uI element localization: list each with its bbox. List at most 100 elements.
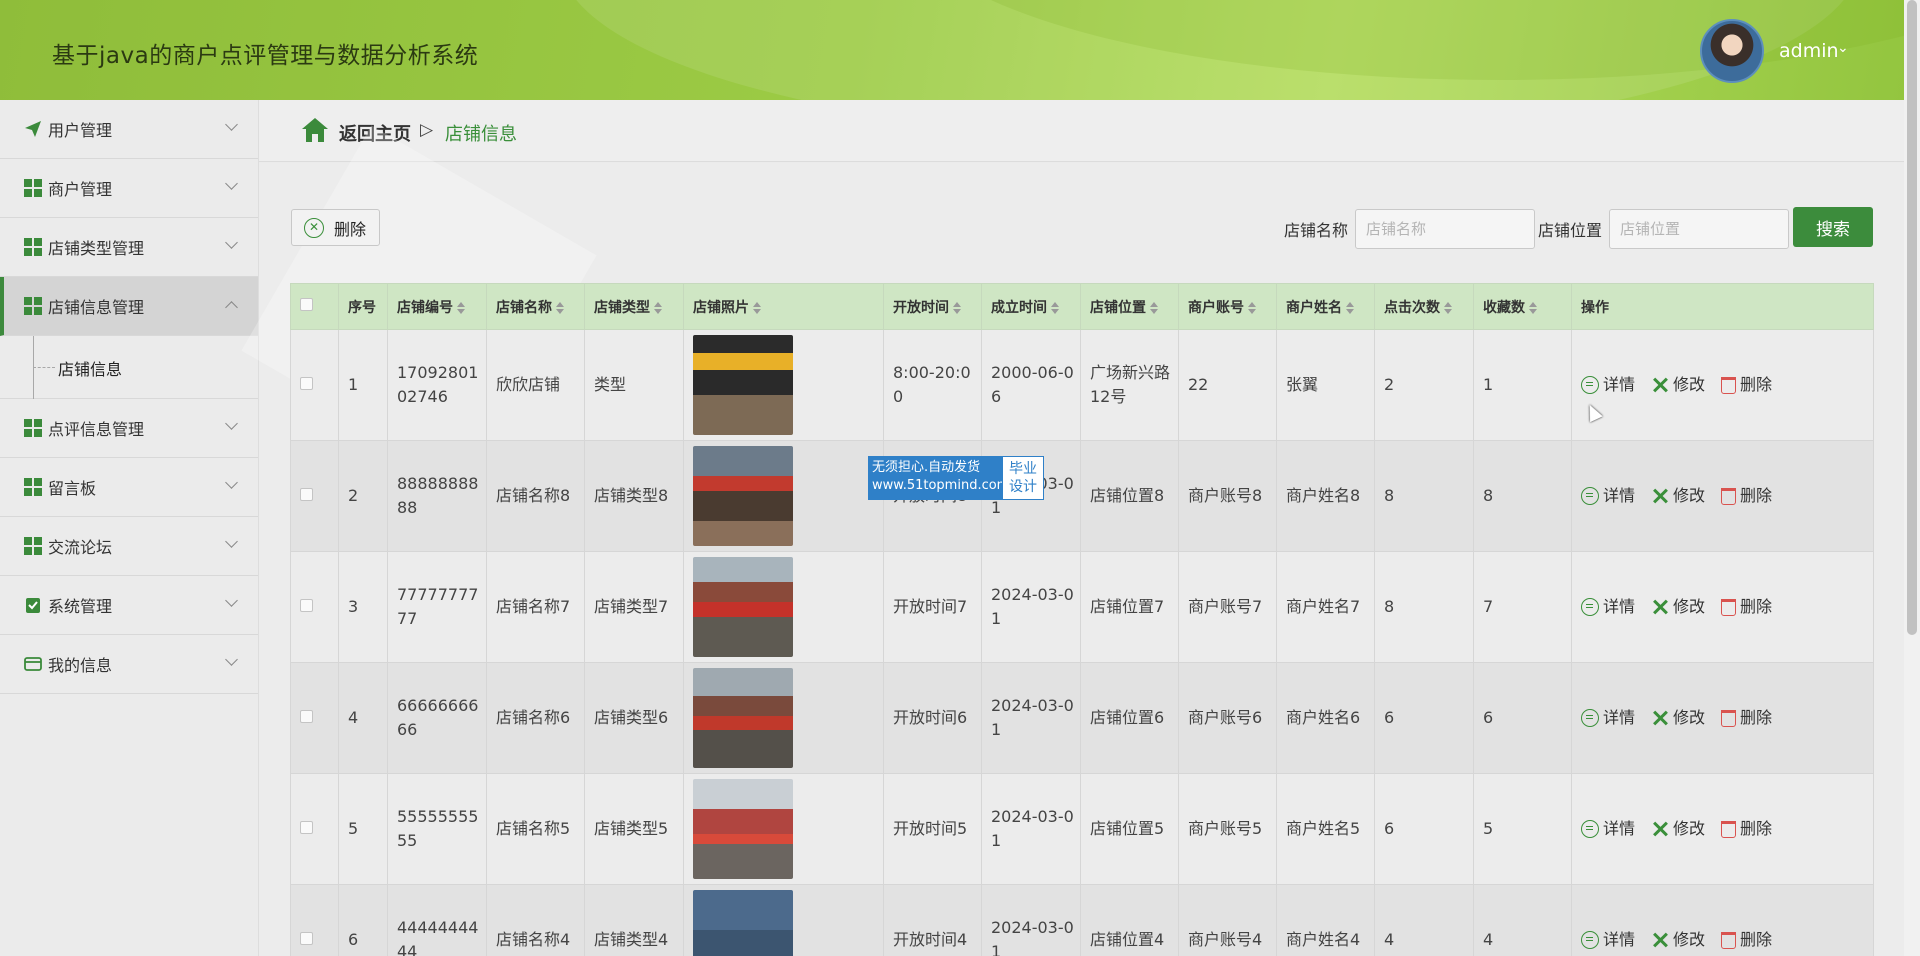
edit-button[interactable]: 修改 [1651, 484, 1705, 508]
sidebar-item-reviews[interactable]: 点评信息管理 [0, 399, 258, 458]
col-header[interactable]: 成立时间 [981, 283, 1081, 330]
row-select-cell[interactable] [290, 884, 339, 956]
row-select-cell[interactable] [290, 329, 339, 441]
col-header[interactable]: 开放时间 [883, 283, 982, 330]
trash-icon [1721, 487, 1737, 505]
col-header[interactable]: 店铺名称 [486, 283, 585, 330]
detail-button[interactable]: 详情 [1581, 373, 1635, 397]
cell-code: 6666666666 [387, 662, 487, 774]
delete-button[interactable]: 删除 [1721, 373, 1772, 397]
detail-button[interactable]: 详情 [1581, 484, 1635, 508]
shop-photo[interactable] [693, 779, 793, 879]
detail-button[interactable]: 详情 [1581, 706, 1635, 730]
sidebar-item-users[interactable]: 用户管理 [0, 100, 258, 159]
shop-photo[interactable] [693, 890, 793, 956]
select-all-cell[interactable] [290, 283, 339, 330]
chevron-up-icon [225, 301, 238, 314]
delete-button[interactable]: 删除 [1721, 706, 1772, 730]
user-menu-name[interactable]: admin [1779, 40, 1839, 62]
shop-photo[interactable] [693, 557, 793, 657]
shop-photo[interactable] [693, 668, 793, 768]
col-header[interactable]: 收藏数 [1473, 283, 1572, 330]
cell-account: 商户账号7 [1178, 551, 1277, 663]
chevron-down-icon [225, 476, 238, 489]
col-header[interactable]: 店铺编号 [387, 283, 487, 330]
sidebar-item-shop-types[interactable]: 店铺类型管理 [0, 218, 258, 277]
detail-button[interactable]: 详情 [1581, 817, 1635, 841]
sidebar-item-system[interactable]: 系统管理 [0, 576, 258, 635]
search-button[interactable]: 搜索 [1793, 207, 1873, 247]
sidebar-subitem-label[interactable]: 店铺信息 [58, 356, 122, 380]
chevron-down-icon[interactable]: ⌄ [1837, 40, 1849, 56]
row-checkbox[interactable] [300, 710, 313, 723]
sidebar-item-forum[interactable]: 交流论坛 [0, 517, 258, 576]
shop-photo[interactable] [693, 446, 793, 546]
breadcrumb-separator: ▷ [420, 120, 434, 140]
col-header[interactable]: 店铺类型 [584, 283, 684, 330]
col-header[interactable]: 点击次数 [1374, 283, 1474, 330]
detail-icon [1581, 598, 1599, 616]
col-header: 序号 [338, 283, 388, 330]
cell-type: 店铺类型8 [584, 440, 684, 552]
cell-photo [683, 884, 884, 956]
row-select-cell[interactable] [290, 440, 339, 552]
sidebar-item-shop-info[interactable]: 店铺信息管理 [0, 277, 258, 336]
cell-hours: 8:00-20:00 [883, 329, 982, 441]
sort-icon [1051, 301, 1059, 314]
edit-button[interactable]: 修改 [1651, 595, 1705, 619]
grid-icon [24, 419, 42, 437]
col-header[interactable]: 店铺照片 [683, 283, 884, 330]
home-icon[interactable] [301, 117, 329, 143]
cell-code: 5555555555 [387, 773, 487, 885]
cell-hours: 开放时间6 [883, 662, 982, 774]
delete-button[interactable]: 删除 [1721, 817, 1772, 841]
shop-location-input[interactable] [1609, 209, 1789, 249]
cell-code: 8888888888 [387, 440, 487, 552]
edit-button[interactable]: 修改 [1651, 373, 1705, 397]
row-checkbox[interactable] [300, 488, 313, 501]
row-checkbox[interactable] [300, 932, 313, 945]
row-select-cell[interactable] [290, 773, 339, 885]
delete-button[interactable]: 删除 [1721, 595, 1772, 619]
detail-button[interactable]: 详情 [1581, 928, 1635, 952]
cell-type: 店铺类型5 [584, 773, 684, 885]
shop-name-input[interactable] [1355, 209, 1535, 249]
sidebar-item-label: 店铺类型管理 [48, 239, 145, 258]
sidebar-subitem-shop-info[interactable]: 店铺信息 [0, 336, 258, 399]
watermark-text: 无须担心.自动发货 www.51topmind.com [868, 456, 1009, 500]
edit-button[interactable]: 修改 [1651, 928, 1705, 952]
detail-button[interactable]: 详情 [1581, 595, 1635, 619]
row-checkbox[interactable] [300, 821, 313, 834]
col-header[interactable]: 店铺位置 [1080, 283, 1179, 330]
wrench-icon [1651, 931, 1669, 949]
sidebar-item-label: 我的信息 [48, 656, 113, 675]
watermark-tag: 毕业 设计 [1002, 456, 1044, 500]
cell-no: 1 [338, 329, 388, 441]
row-checkbox[interactable] [300, 599, 313, 612]
row-select-cell[interactable] [290, 551, 339, 663]
cell-founded: 2024-03-01 [981, 551, 1081, 663]
col-header[interactable]: 商户姓名 [1276, 283, 1375, 330]
batch-delete-button[interactable]: ✕ 删除 [291, 209, 380, 246]
cell-name: 店铺名称7 [486, 551, 585, 663]
detail-icon [1581, 931, 1599, 949]
sidebar-item-my-info[interactable]: 我的信息 [0, 635, 258, 694]
delete-button[interactable]: 删除 [1721, 928, 1772, 952]
scrollbar-thumb[interactable] [1907, 0, 1917, 635]
sidebar-item-message-board[interactable]: 留言板 [0, 458, 258, 517]
delete-button[interactable]: 删除 [1721, 484, 1772, 508]
user-avatar[interactable] [1700, 19, 1764, 83]
page-scrollbar[interactable] [1904, 0, 1920, 956]
row-select-cell[interactable] [290, 662, 339, 774]
sort-icon [753, 301, 761, 314]
edit-button[interactable]: 修改 [1651, 817, 1705, 841]
cell-name: 店铺名称8 [486, 440, 585, 552]
row-checkbox[interactable] [300, 377, 313, 390]
cell-location: 广场新兴路12号 [1080, 329, 1179, 441]
chevron-down-icon [225, 653, 238, 666]
select-all-checkbox[interactable] [300, 298, 313, 311]
col-header[interactable]: 商户账号 [1178, 283, 1277, 330]
sidebar-item-merchants[interactable]: 商户管理 [0, 159, 258, 218]
shop-photo[interactable] [693, 335, 793, 435]
edit-button[interactable]: 修改 [1651, 706, 1705, 730]
